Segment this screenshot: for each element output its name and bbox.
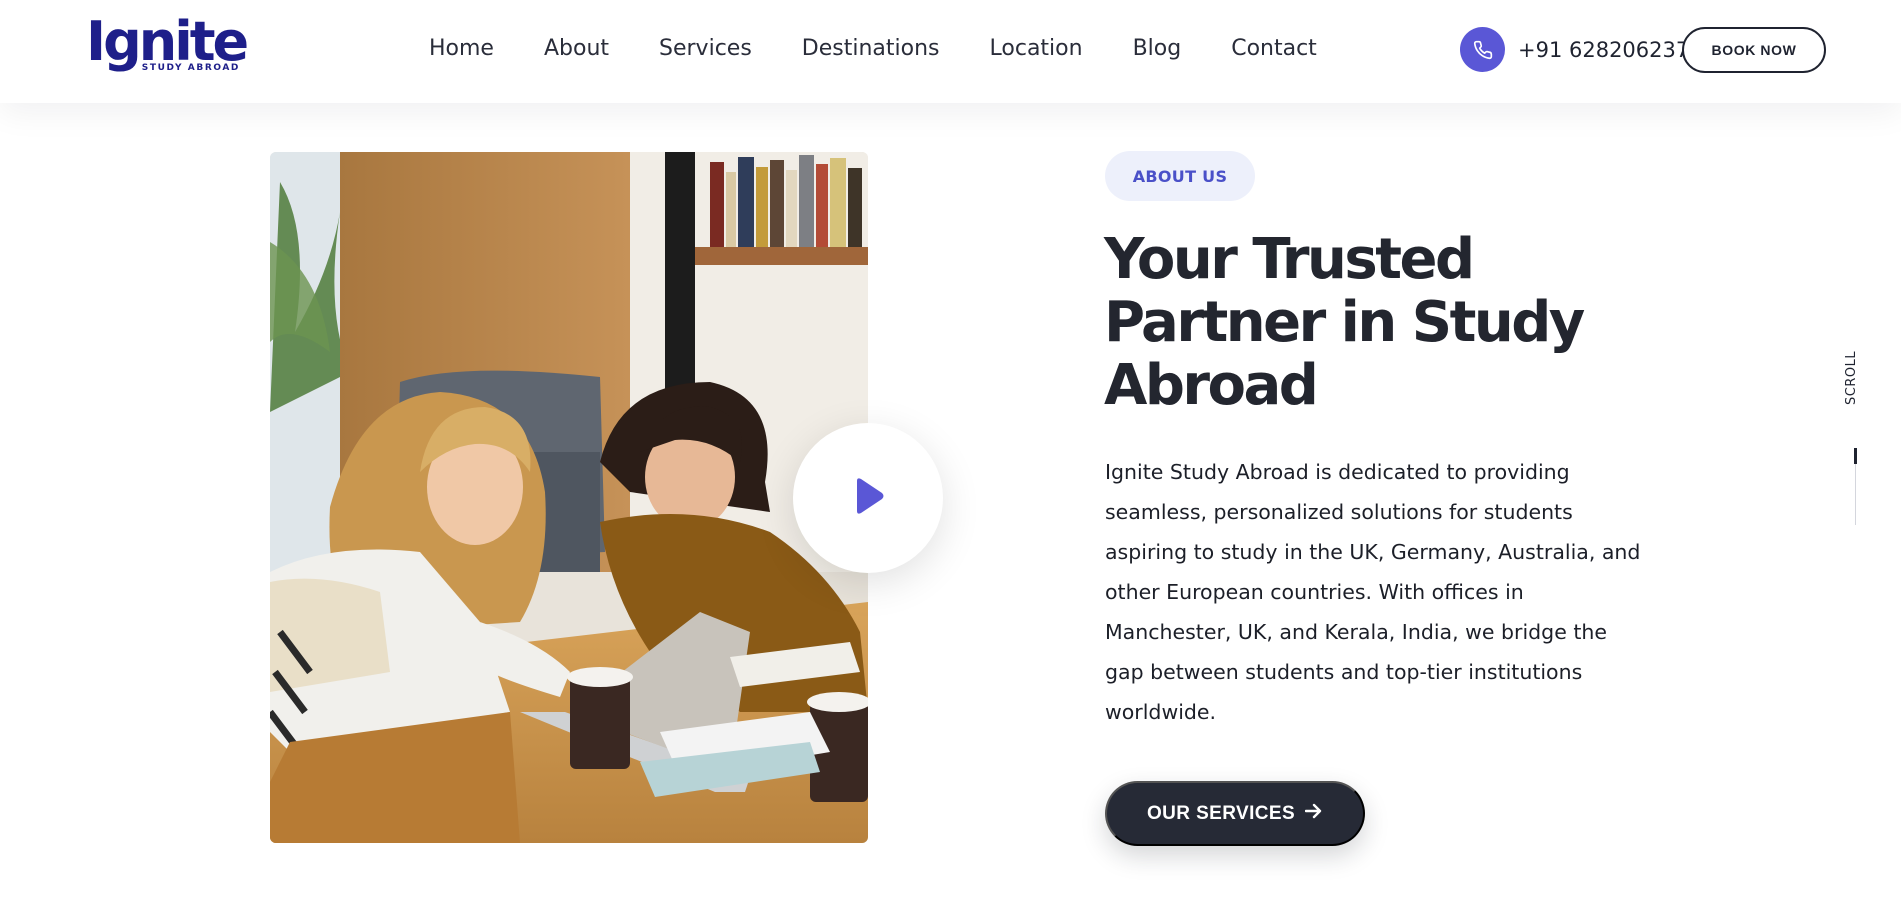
site-header: Ignite STUDY ABROAD Home About Services … xyxy=(0,0,1901,103)
main-nav: Home About Services Destinations Locatio… xyxy=(429,36,1367,62)
nav-location[interactable]: Location xyxy=(990,36,1083,62)
page-title: Your Trusted Partner in Study Abroad xyxy=(1104,227,1585,418)
nav-contact[interactable]: Contact xyxy=(1231,36,1317,62)
phone-icon xyxy=(1460,27,1505,72)
book-now-button[interactable]: BOOK NOW xyxy=(1682,27,1826,73)
logo-tagline: STUDY ABROAD xyxy=(141,63,240,73)
logo[interactable]: Ignite STUDY ABROAD xyxy=(86,10,249,74)
our-services-label: OUR SERVICES xyxy=(1146,802,1296,824)
nav-services[interactable]: Services xyxy=(659,36,752,62)
play-icon xyxy=(851,477,885,519)
phone-number[interactable]: +91 6282062371 xyxy=(1518,38,1703,62)
scroll-label: SCROLL xyxy=(1844,350,1859,405)
logo-wordmark: Ignite xyxy=(86,10,249,73)
nav-home[interactable]: Home xyxy=(429,36,494,62)
scroll-thumb[interactable] xyxy=(1854,448,1857,464)
nav-blog[interactable]: Blog xyxy=(1133,36,1182,62)
about-photo xyxy=(270,152,868,843)
our-services-button[interactable]: OUR SERVICES xyxy=(1105,781,1365,846)
nav-about[interactable]: About xyxy=(544,36,609,62)
about-description: Ignite Study Abroad is dedicated to prov… xyxy=(1105,460,1641,724)
video-play-button[interactable] xyxy=(793,423,943,573)
arrow-right-icon xyxy=(1304,802,1323,825)
phone-contact[interactable]: +91 6282062371 xyxy=(1460,27,1703,72)
students-studying-image xyxy=(270,152,868,843)
nav-destinations[interactable]: Destinations xyxy=(802,36,940,62)
about-us-badge: ABOUT US xyxy=(1105,151,1255,201)
